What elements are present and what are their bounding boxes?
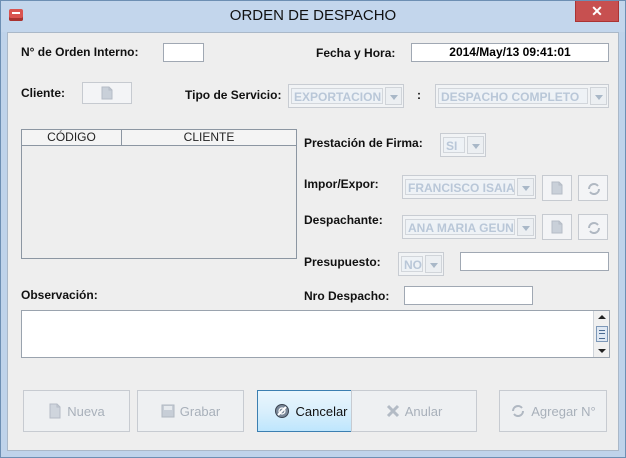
prestacion-select[interactable]: SI (440, 133, 486, 157)
document-icon (551, 181, 563, 195)
title-bar: ORDEN DE DESPACHO ✕ (1, 1, 625, 32)
nueva-label: Nueva (67, 403, 105, 419)
chevron-down-icon (467, 136, 484, 154)
agregar-numero-button[interactable]: Agregar N° (499, 390, 607, 432)
document-icon (49, 403, 61, 419)
servicio-detalle-value: DESPACHO COMPLETO (438, 88, 588, 104)
cancel-icon (275, 404, 290, 418)
refresh-icon (588, 222, 600, 234)
refresh-icon (588, 183, 600, 195)
add-number-icon (512, 405, 525, 417)
window: ORDEN DE DESPACHO ✕ N° de Orden Interno:… (0, 0, 626, 458)
despachante-new-button[interactable] (542, 214, 572, 240)
despachante-value: ANA MARIA GEUNA (405, 219, 515, 235)
window-title: ORDEN DE DESPACHO (229, 7, 397, 24)
servicio-detalle-select[interactable]: DESPACHO COMPLETO (435, 84, 609, 108)
fecha-label: Fecha y Hora: (316, 46, 396, 60)
scroll-down-icon[interactable] (594, 345, 609, 357)
save-icon (161, 404, 175, 418)
prestacion-label: Prestación de Firma: (304, 136, 423, 150)
nro-despacho-field[interactable] (404, 286, 533, 305)
observacion-scrollbar[interactable] (593, 311, 609, 357)
grabar-label: Grabar (179, 403, 221, 419)
orden-field[interactable] (163, 43, 204, 62)
impor-value: FRANCISCO ISAIA... (405, 179, 515, 195)
fecha-field[interactable]: 2014/May/13 09:41:01 (411, 43, 609, 62)
observacion-textarea[interactable] (21, 310, 610, 358)
tipo-servicio-select[interactable]: EXPORTACION (288, 84, 404, 108)
column-codigo[interactable]: CÓDIGO (22, 130, 122, 145)
chevron-down-icon (425, 255, 442, 273)
impor-refresh-button[interactable] (578, 175, 608, 201)
impor-new-button[interactable] (542, 175, 572, 201)
close-button[interactable]: ✕ (575, 1, 619, 22)
anular-label: Anular (404, 403, 443, 419)
nro-despacho-label: Nro Despacho: (304, 289, 390, 303)
tipo-servicio-value: EXPORTACION (291, 88, 383, 104)
close-icon: ✕ (591, 3, 603, 19)
chevron-down-icon (517, 218, 534, 236)
cliente-button[interactable] (82, 82, 132, 104)
despachante-refresh-button[interactable] (578, 214, 608, 240)
form-panel: N° de Orden Interno: Fecha y Hora: 2014/… (7, 32, 619, 451)
column-cliente[interactable]: CLIENTE (122, 130, 296, 145)
orden-label: N° de Orden Interno: (21, 45, 139, 59)
cliente-label: Cliente: (21, 86, 66, 100)
scroll-thumb[interactable] (596, 326, 608, 342)
document-icon (551, 220, 563, 234)
chevron-down-icon (385, 87, 402, 105)
observacion-label: Observación: (21, 288, 98, 302)
prestacion-value: SI (443, 137, 465, 153)
anular-button[interactable]: Anular (351, 390, 477, 432)
table-header: CÓDIGO CLIENTE (22, 130, 296, 146)
nueva-button[interactable]: Nueva (23, 390, 130, 432)
despachante-label: Despachante: (304, 213, 383, 227)
presupuesto-field[interactable] (460, 252, 609, 271)
impor-label: Impor/Expor: (304, 177, 379, 191)
delete-icon (386, 404, 399, 418)
chevron-down-icon (517, 178, 534, 196)
grabar-button[interactable]: Grabar (137, 390, 244, 432)
scroll-up-icon[interactable] (594, 311, 609, 323)
agregar-numero-label: Agregar N° (531, 403, 596, 419)
tipo-servicio-label: Tipo de Servicio: (185, 88, 282, 102)
cancelar-button[interactable]: Cancelar (257, 390, 365, 432)
colon-separator: : (417, 88, 421, 102)
impor-select[interactable]: FRANCISCO ISAIA... (402, 175, 536, 199)
cancelar-label: Cancelar (295, 403, 348, 419)
presupuesto-value: NO (401, 256, 423, 272)
document-icon (101, 86, 113, 100)
presupuesto-select[interactable]: NO (398, 252, 444, 276)
clientes-table[interactable]: CÓDIGO CLIENTE (21, 129, 297, 259)
chevron-down-icon (590, 87, 607, 105)
despachante-select[interactable]: ANA MARIA GEUNA (402, 215, 536, 239)
presupuesto-label: Presupuesto: (304, 255, 381, 269)
